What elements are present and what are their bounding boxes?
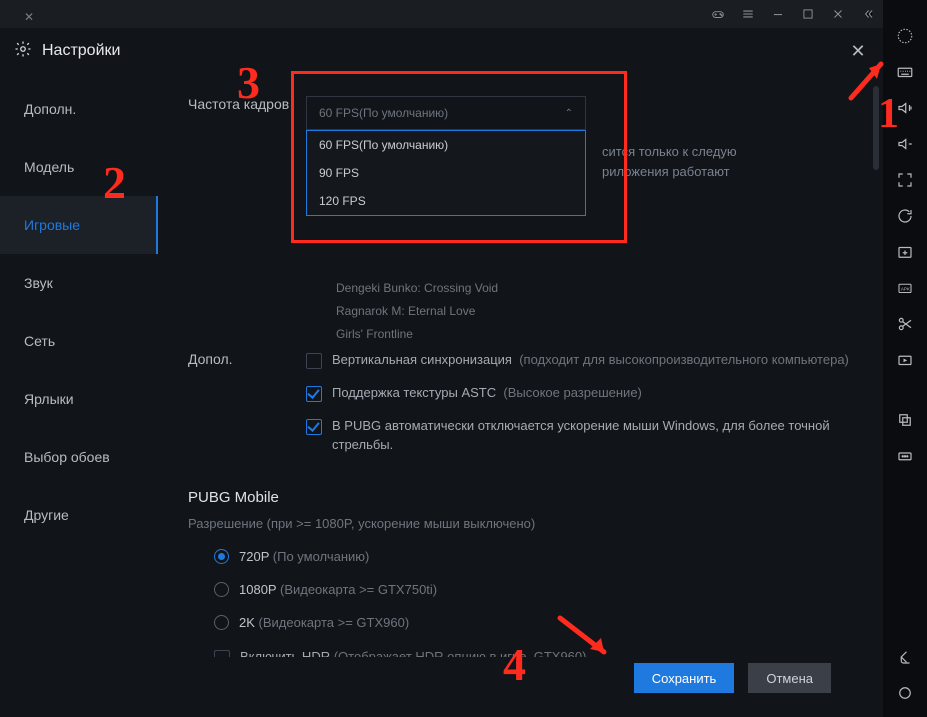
more-icon[interactable] (883, 438, 927, 474)
vsync-label: Вертикальная синхронизация (подходит для… (332, 351, 849, 370)
apk-icon[interactable]: APK (883, 270, 927, 306)
sidebar-item-model[interactable]: Модель (0, 138, 158, 196)
scissors-icon[interactable] (883, 306, 927, 342)
sidebar-item-wallpaper[interactable]: Выбор обоев (0, 428, 158, 486)
back-icon[interactable] (883, 639, 927, 675)
volume-up-icon[interactable] (883, 90, 927, 126)
fps-option-90[interactable]: 90 FPS (307, 159, 585, 187)
volume-down-icon[interactable] (883, 126, 927, 162)
pubg-mouse-label: В PUBG автоматически отключается ускорен… (332, 417, 853, 455)
settings-footer: Сохранить Отмена (158, 657, 859, 717)
menu-icon[interactable] (733, 0, 763, 28)
scrollbar-thumb[interactable] (873, 86, 879, 170)
pubg-section-title: PUBG Mobile (158, 489, 853, 506)
collapse-sidebar-icon[interactable] (853, 0, 883, 28)
minimize-icon[interactable] (763, 0, 793, 28)
sidebar-item-other[interactable]: Другие (0, 486, 158, 544)
fps-dropdown[interactable]: 60 FPS(По умолчанию) ⌃ (306, 96, 586, 130)
right-action-bar: APK (883, 0, 927, 717)
resolution-2k-label: 2K (Видеокарта >= GTX960) (239, 615, 409, 630)
fps-dropdown-list: 60 FPS(По умолчанию) 90 FPS 120 FPS (306, 130, 586, 216)
sidebar-item-shortcuts[interactable]: Ярлыки (0, 370, 158, 428)
svg-text:APK: APK (901, 286, 910, 291)
add-window-icon[interactable] (883, 234, 927, 270)
toolbar-settings-icon[interactable] (883, 18, 927, 54)
hdr-label: Включить HDR (Отображает HDR опцию в игр… (240, 648, 586, 657)
fps-option-120[interactable]: 120 FPS (307, 187, 585, 215)
rotate-icon[interactable] (883, 198, 927, 234)
settings-close-icon[interactable]: ✕ (847, 41, 869, 62)
astc-checkbox[interactable] (306, 386, 322, 402)
pubg-mouse-checkbox[interactable] (306, 419, 322, 435)
sidebar-item-net[interactable]: Сеть (0, 312, 158, 370)
resolution-720p-label: 720P (По умолчанию) (239, 549, 369, 564)
settings-panel: Настройки ✕ Дополн. Модель Игровые Звук … (0, 28, 883, 717)
list-item: Dengeki Bunko: Crossing Void (336, 277, 853, 300)
cancel-button[interactable]: Отмена (748, 663, 831, 693)
astc-label: Поддержка текстуры ASTC (Высокое разреше… (332, 384, 642, 403)
fps-note: сится только к следую риложения работают (602, 96, 737, 181)
multi-window-icon[interactable] (883, 402, 927, 438)
resolution-1080p-label: 1080P (Видеокарта >= GTX750ti) (239, 582, 437, 597)
resolution-2k-radio[interactable] (214, 615, 229, 630)
fullscreen-icon[interactable] (883, 162, 927, 198)
resolution-radio-group: 720P (По умолчанию) 1080P (Видеокарта >=… (158, 549, 853, 630)
sidebar-item-sound[interactable]: Звук (0, 254, 158, 312)
list-item: Girls' Frontline (336, 323, 853, 346)
chevron-up-icon: ⌃ (565, 108, 573, 119)
settings-content: Частота кадров 60 FPS(По умолчанию) ⌃ 60… (158, 74, 883, 717)
additional-label: Допол. (158, 351, 306, 468)
video-icon[interactable] (883, 342, 927, 378)
sidebar-item-addon[interactable]: Дополн. (0, 80, 158, 138)
pubg-resolution-note: Разрешение (при >= 1080P, ускорение мыши… (158, 516, 853, 531)
settings-sidebar: Дополн. Модель Игровые Звук Сеть Ярлыки … (0, 74, 158, 717)
fps-label: Частота кадров (158, 96, 306, 181)
fps-dropdown-value: 60 FPS(По умолчанию) (319, 106, 448, 120)
keyboard-icon[interactable] (883, 54, 927, 90)
home-icon[interactable] (883, 675, 927, 711)
maximize-icon[interactable] (793, 0, 823, 28)
fps-option-60[interactable]: 60 FPS(По умолчанию) (307, 131, 585, 159)
settings-header: Настройки ✕ (0, 28, 883, 74)
save-button[interactable]: Сохранить (634, 663, 735, 693)
close-icon[interactable] (823, 0, 853, 28)
gear-icon (14, 40, 32, 63)
window-controls (703, 0, 883, 28)
tab-close-icon[interactable]: ✕ (24, 10, 34, 24)
sidebar-item-game[interactable]: Игровые (0, 196, 158, 254)
settings-title: Настройки (42, 42, 120, 60)
gamepad-icon[interactable] (703, 0, 733, 28)
vsync-checkbox[interactable] (306, 353, 322, 369)
resolution-720p-radio[interactable] (214, 549, 229, 564)
list-item: Ragnarok M: Eternal Love (336, 300, 853, 323)
tab[interactable]: ✕ (0, 6, 52, 28)
resolution-1080p-radio[interactable] (214, 582, 229, 597)
hdr-checkbox[interactable] (214, 650, 230, 657)
